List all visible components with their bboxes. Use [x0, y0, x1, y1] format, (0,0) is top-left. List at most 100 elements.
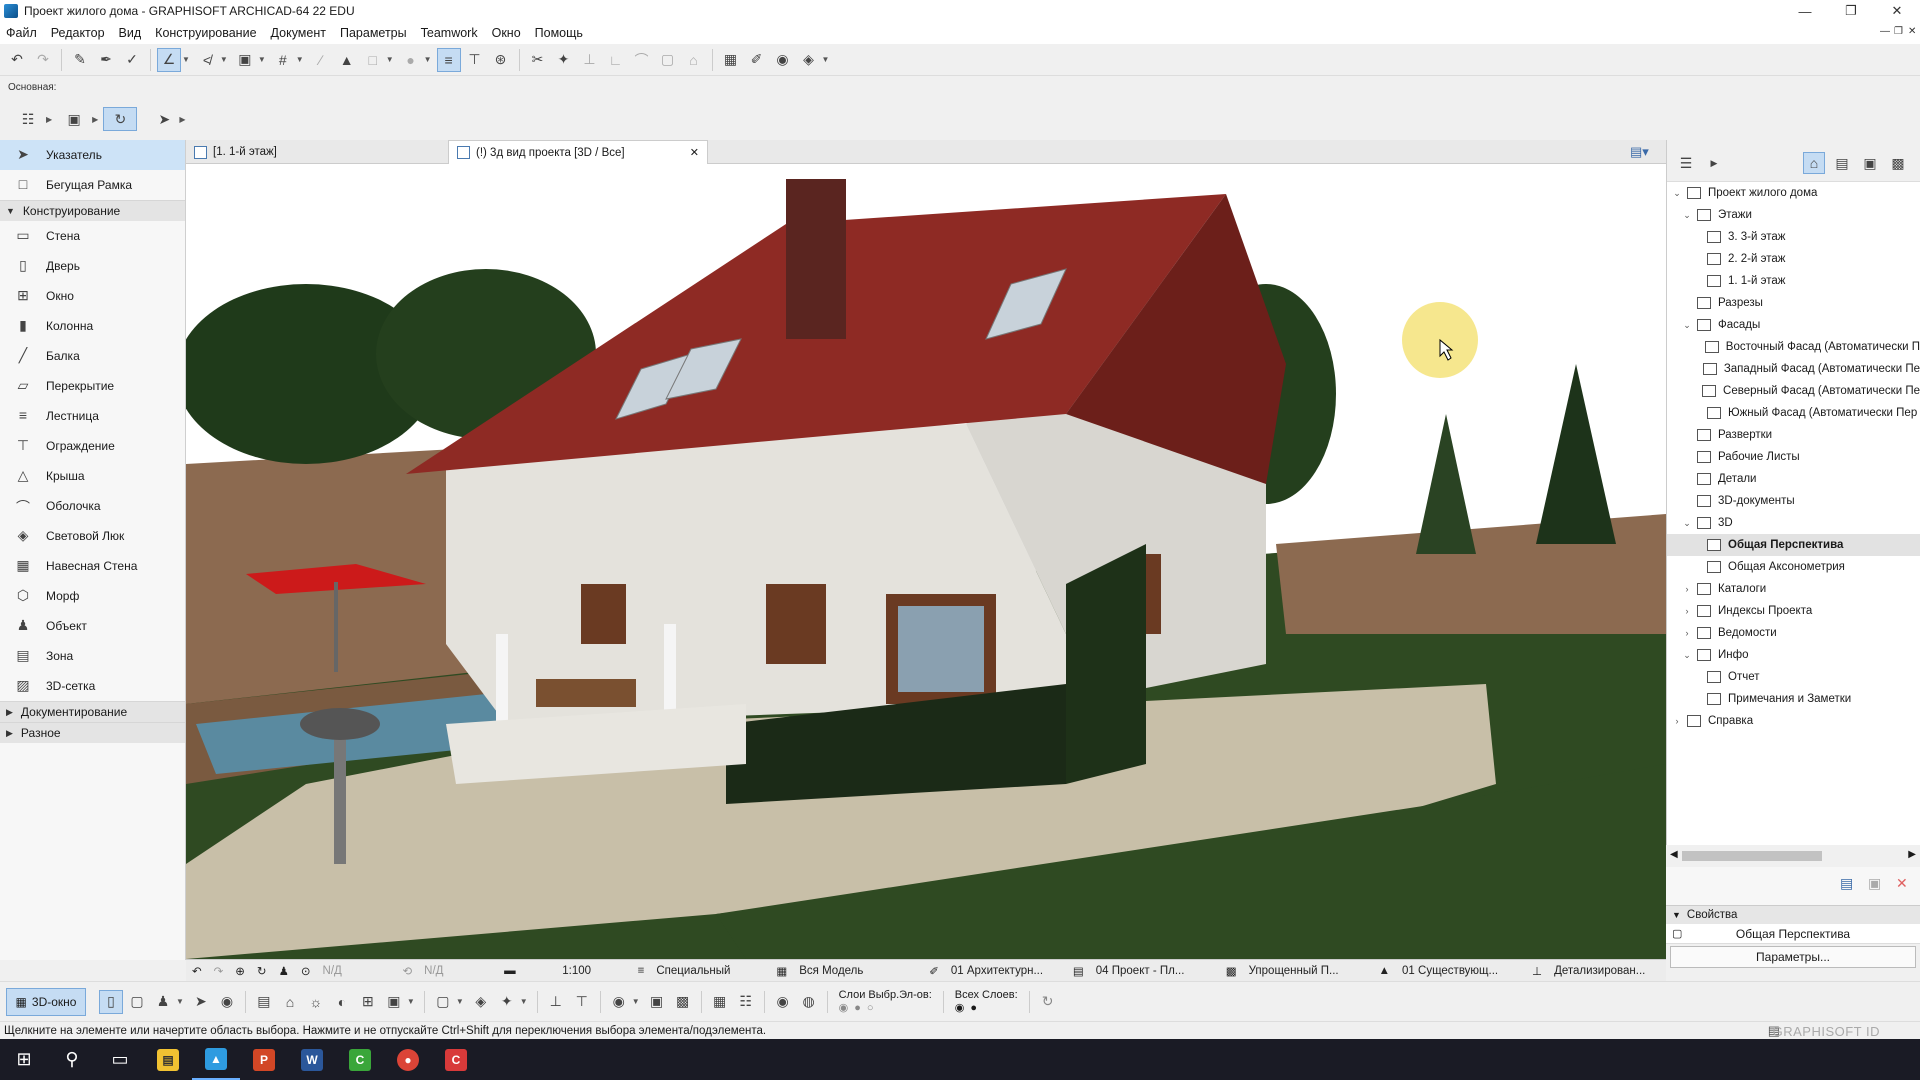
chevron-right-icon[interactable]: ▶: [46, 115, 52, 124]
photo-render-icon[interactable]: ▣: [645, 990, 669, 1014]
renovation-filter-icon[interactable]: ▲: [1373, 960, 1396, 982]
grid-snap-icon[interactable]: #: [271, 48, 295, 72]
recorder-icon[interactable]: C: [432, 1039, 480, 1080]
file-explorer-icon[interactable]: ▤: [144, 1039, 192, 1080]
layers-icon[interactable]: ☷: [734, 990, 758, 1014]
sticky-mode-icon[interactable]: ↻: [103, 107, 138, 131]
navigator-item[interactable]: › Индексы Проекта: [1667, 600, 1920, 622]
navigator-item[interactable]: Восточный Фасад (Автоматически П: [1667, 336, 1920, 358]
scissors-icon[interactable]: ✂: [526, 48, 550, 72]
menu-document[interactable]: Документ: [271, 26, 326, 40]
hide-icon[interactable]: ◍: [797, 990, 821, 1014]
tool-wall[interactable]: ▭ Стена: [0, 221, 185, 251]
chevron-down-icon[interactable]: ▼: [258, 55, 266, 64]
stretch-icon[interactable]: ⊥: [544, 990, 568, 1014]
bim-components-icon[interactable]: ▩: [671, 990, 695, 1014]
relative-construction-icon[interactable]: ∕: [309, 48, 333, 72]
tool-shell[interactable]: ⌒ Оболочка: [0, 491, 185, 521]
snap-guides-icon[interactable]: ≮: [195, 48, 219, 72]
orbit-icon[interactable]: ↻: [251, 960, 273, 982]
chevron-down-icon[interactable]: ⌄: [1671, 188, 1683, 199]
fit-window-icon[interactable]: ⊙: [295, 960, 317, 982]
tab-3d-view[interactable]: (!) 3д вид проекта [3D / Все] ✕: [448, 140, 708, 164]
lock-icon[interactable]: ●: [399, 48, 423, 72]
doc-restore-icon[interactable]: ❐: [1894, 26, 1903, 37]
navigator-item[interactable]: 2. 2-й этаж: [1667, 248, 1920, 270]
doc-minimize-icon[interactable]: —: [1880, 26, 1890, 37]
chevron-down-icon[interactable]: ▼: [220, 55, 228, 64]
navigator-item[interactable]: ⌄ Проект жилого дома: [1667, 182, 1920, 204]
structure-display-icon[interactable]: ▦: [770, 960, 793, 982]
navigator-item[interactable]: Детали: [1667, 468, 1920, 490]
chevron-right-icon[interactable]: ›: [1681, 606, 1693, 616]
menu-teamwork[interactable]: Teamwork: [421, 26, 478, 40]
surface-painter-icon[interactable]: ◉: [771, 48, 795, 72]
scroll-thumb[interactable]: [1682, 851, 1822, 861]
chevron-down-icon[interactable]: ⌄: [1681, 518, 1693, 529]
scroll-right-icon[interactable]: ▶: [1908, 849, 1916, 860]
navigator-item[interactable]: › Каталоги: [1667, 578, 1920, 600]
model-view-value[interactable]: 04 Проект - Пл...: [1090, 960, 1220, 982]
navigator-item[interactable]: Южный Фасад (Автоматически Пер: [1667, 402, 1920, 424]
search-icon[interactable]: ⚲: [48, 1039, 96, 1080]
navigator-item[interactable]: Западный Фасад (Автоматически Пе: [1667, 358, 1920, 380]
elements-3d-icon[interactable]: ▣: [382, 990, 406, 1014]
navigator-item[interactable]: 3. 3-й этаж: [1667, 226, 1920, 248]
quick-options-icon[interactable]: ▦: [708, 990, 732, 1014]
camera-icon[interactable]: ◉: [607, 990, 631, 1014]
tool-curtain-wall[interactable]: ▦ Навесная Стена: [0, 551, 185, 581]
selection-filter-icon[interactable]: ▣: [57, 107, 91, 131]
chevron-down-icon[interactable]: ▼: [386, 55, 394, 64]
navigator-item[interactable]: 3D-документы: [1667, 490, 1920, 512]
word-icon[interactable]: W: [288, 1039, 336, 1080]
graphisoft-id-label[interactable]: GRAPHISOFT ID: [1773, 1024, 1880, 1039]
walk-mode-icon[interactable]: ➤: [189, 990, 213, 1014]
minimize-icon[interactable]: —: [1782, 0, 1828, 22]
chevron-right-icon[interactable]: ›: [1681, 628, 1693, 638]
chevron-right-icon[interactable]: ›: [1671, 716, 1683, 726]
rotate-value[interactable]: N/Д: [418, 960, 498, 982]
pointer-arrow-icon[interactable]: ➤: [150, 107, 178, 131]
tool-beam[interactable]: ╱ Балка: [0, 341, 185, 371]
navigator-item[interactable]: Общая Аксонометрия: [1667, 556, 1920, 578]
navigator-item[interactable]: ⌄ Этажи: [1667, 204, 1920, 226]
group-misc[interactable]: ▶ Разное: [0, 722, 185, 743]
restore-icon[interactable]: ❐: [1828, 0, 1874, 22]
tool-zone[interactable]: ▤ Зона: [0, 641, 185, 671]
navigator-item[interactable]: › Ведомости: [1667, 622, 1920, 644]
navigator-item[interactable]: Примечания и Заметки: [1667, 688, 1920, 710]
scroll-left-icon[interactable]: ◀: [1670, 849, 1678, 860]
guide-lines-icon[interactable]: ∠: [157, 47, 181, 72]
chevron-right-icon[interactable]: ▶: [179, 115, 185, 124]
navigator-item[interactable]: Развертки: [1667, 424, 1920, 446]
perspective-icon[interactable]: ▯: [99, 989, 123, 1014]
project-map-icon[interactable]: ⌂: [1803, 152, 1825, 174]
navigator-menu-icon[interactable]: ☰: [1675, 152, 1697, 174]
3d-window-button[interactable]: ▦ 3D-окно: [6, 987, 86, 1016]
axonometry-icon[interactable]: ▢: [125, 990, 149, 1014]
chevron-down-icon[interactable]: ⌄: [1681, 650, 1693, 661]
menu-help[interactable]: Помощь: [535, 26, 583, 40]
trace-icon[interactable]: ≡: [436, 47, 461, 72]
navigator-item[interactable]: Северный Фасад (Автоматически Пе: [1667, 380, 1920, 402]
3d-viewport[interactable]: [186, 164, 1666, 959]
sync-icon[interactable]: ↻: [1036, 990, 1060, 1014]
graphic-override-value[interactable]: Упрощенный П...: [1243, 960, 1373, 982]
eye-icon[interactable]: ◉: [771, 990, 795, 1014]
redo-view-icon[interactable]: ↷: [208, 960, 230, 982]
tab-close-icon[interactable]: ✕: [690, 146, 699, 159]
navigator-item[interactable]: 1. 1-й этаж: [1667, 270, 1920, 292]
tab-floor-plan[interactable]: [1. 1-й этаж]: [186, 140, 285, 164]
3d-style-icon[interactable]: ⌂: [278, 990, 302, 1014]
tool-roof[interactable]: △ Крыша: [0, 461, 185, 491]
chevron-right-icon[interactable]: ▶: [1703, 152, 1725, 174]
zoom-in-icon[interactable]: ⊕: [229, 960, 251, 982]
tool-marquee[interactable]: □ Бегущая Рамка: [0, 170, 185, 200]
edit-plane-icon[interactable]: □: [361, 48, 385, 72]
navigator-item[interactable]: Разрезы: [1667, 292, 1920, 314]
menu-window[interactable]: Окно: [492, 26, 521, 40]
chevron-down-icon[interactable]: ▼: [176, 997, 184, 1006]
house-icon[interactable]: ⌂: [682, 48, 706, 72]
dimension-icon[interactable]: ⊤: [463, 48, 487, 72]
paint-bucket-icon[interactable]: ◈: [469, 990, 493, 1014]
